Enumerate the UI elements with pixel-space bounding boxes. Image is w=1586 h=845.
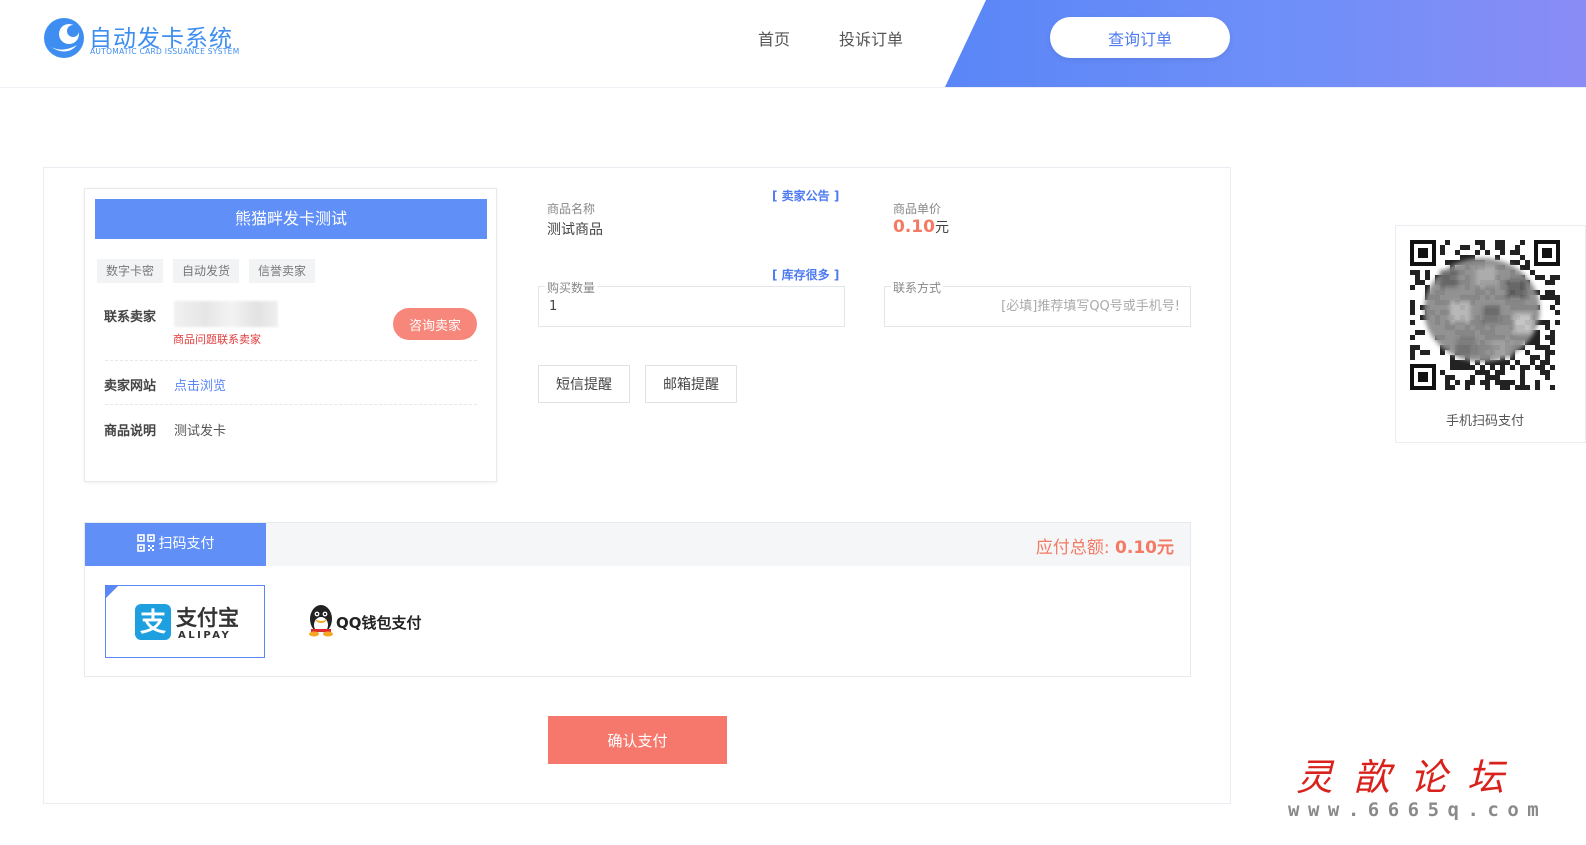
qq-wallet-option[interactable]: QQ钱包支付 <box>303 585 443 658</box>
product-name-label: 商品名称 <box>547 202 596 216</box>
order-card: 熊猫畔发卡测试 数字卡密 自动发货 信誉卖家 联系卖家 商品问题联系卖家 咨询卖… <box>43 167 1231 804</box>
selected-corner-marker <box>106 586 118 598</box>
payment-panel: 扫码支付 应付总额: 0.10元 支 支付宝 ALIPAY QQ钱包支付 <box>84 522 1191 677</box>
qq-wallet-text: QQ钱包支付 <box>336 614 422 632</box>
nav-complaint-order[interactable]: 投诉订单 <box>839 26 903 50</box>
unit-price: 0.10元 <box>893 217 949 237</box>
payment-header: 扫码支付 应付总额: 0.10元 <box>85 523 1190 566</box>
qr-caption: 手机扫码支付 <box>1445 414 1524 429</box>
unit-price-label: 商品单价 <box>893 202 942 216</box>
seller-panel: 熊猫畔发卡测试 数字卡密 自动发货 信誉卖家 联系卖家 商品问题联系卖家 咨询卖… <box>84 188 497 482</box>
sms-notify-button[interactable]: 短信提醒 <box>538 365 630 403</box>
tab-scan-pay-label: 扫码支付 <box>158 536 215 552</box>
header-gradient-banner <box>945 0 1586 87</box>
divider <box>105 360 477 361</box>
confirm-pay-button[interactable]: 确认支付 <box>548 716 727 764</box>
alipay-en-text: ALIPAY <box>178 630 231 641</box>
forum-watermark-title: 灵歆论坛 <box>1296 756 1524 799</box>
logo-icon <box>44 18 84 58</box>
site-logo[interactable]: 自动发卡系统 AUTOMATIC CARD ISSUANCE SYSTEM <box>43 17 243 63</box>
payment-qrcode-image <box>1410 240 1560 390</box>
divider <box>105 404 477 405</box>
product-name-value: 测试商品 <box>547 222 603 238</box>
forum-watermark-url: www.6665q.com <box>1288 799 1548 821</box>
query-order-button[interactable]: 查询订单 <box>1050 17 1230 58</box>
tag-trusted-seller: 信誉卖家 <box>249 259 316 283</box>
seller-contact-redacted <box>174 301 278 327</box>
logo-subtitle: AUTOMATIC CARD ISSUANCE SYSTEM <box>90 47 240 56</box>
quantity-label: 购买数量 <box>545 279 598 296</box>
product-desc-label: 商品说明 <box>104 424 157 439</box>
qrcode-icon <box>136 534 155 552</box>
seller-website-link[interactable]: 点击浏览 <box>174 375 226 394</box>
total-amount-label: 应付总额: <box>1035 538 1110 558</box>
seller-website-label: 卖家网站 <box>104 379 157 394</box>
tag-auto-delivery: 自动发货 <box>173 259 240 283</box>
nav-home[interactable]: 首页 <box>758 26 790 50</box>
contact-seller-note: 商品问题联系卖家 <box>173 333 261 346</box>
seller-tags: 数字卡密 自动发货 信誉卖家 <box>97 259 325 283</box>
qq-wallet-logo: QQ钱包支付 <box>309 605 422 637</box>
seller-notice-link[interactable]: [ 卖家公告 ] <box>772 187 839 204</box>
unit-price-currency: 元 <box>934 220 949 236</box>
consult-seller-button[interactable]: 咨询卖家 <box>393 308 477 340</box>
alipay-cn-text: 支付宝 <box>176 606 239 630</box>
total-amount-value: 0.10元 <box>1115 538 1174 558</box>
stock-status-link[interactable]: [ 库存很多 ] <box>772 266 839 283</box>
product-desc-value: 测试发卡 <box>174 424 227 439</box>
total-amount: 应付总额: 0.10元 <box>1036 533 1174 558</box>
shop-name: 熊猫畔发卡测试 <box>95 199 487 239</box>
unit-price-value: 0.10 <box>893 217 935 237</box>
contact-seller-label: 联系卖家 <box>104 310 157 325</box>
alipay-logo: 支 支付宝 ALIPAY <box>135 604 239 641</box>
alipay-option[interactable]: 支 支付宝 ALIPAY <box>105 585 265 658</box>
top-header: 自动发卡系统 AUTOMATIC CARD ISSUANCE SYSTEM 首页… <box>0 0 1586 88</box>
svg-text:支: 支 <box>140 608 166 638</box>
tag-digital-card: 数字卡密 <box>97 259 164 283</box>
email-notify-button[interactable]: 邮箱提醒 <box>645 365 737 403</box>
tab-scan-pay[interactable]: 扫码支付 <box>85 523 266 566</box>
contact-info-label: 联系方式 <box>891 279 944 296</box>
qr-pay-card: 手机扫码支付 <box>1395 225 1586 443</box>
